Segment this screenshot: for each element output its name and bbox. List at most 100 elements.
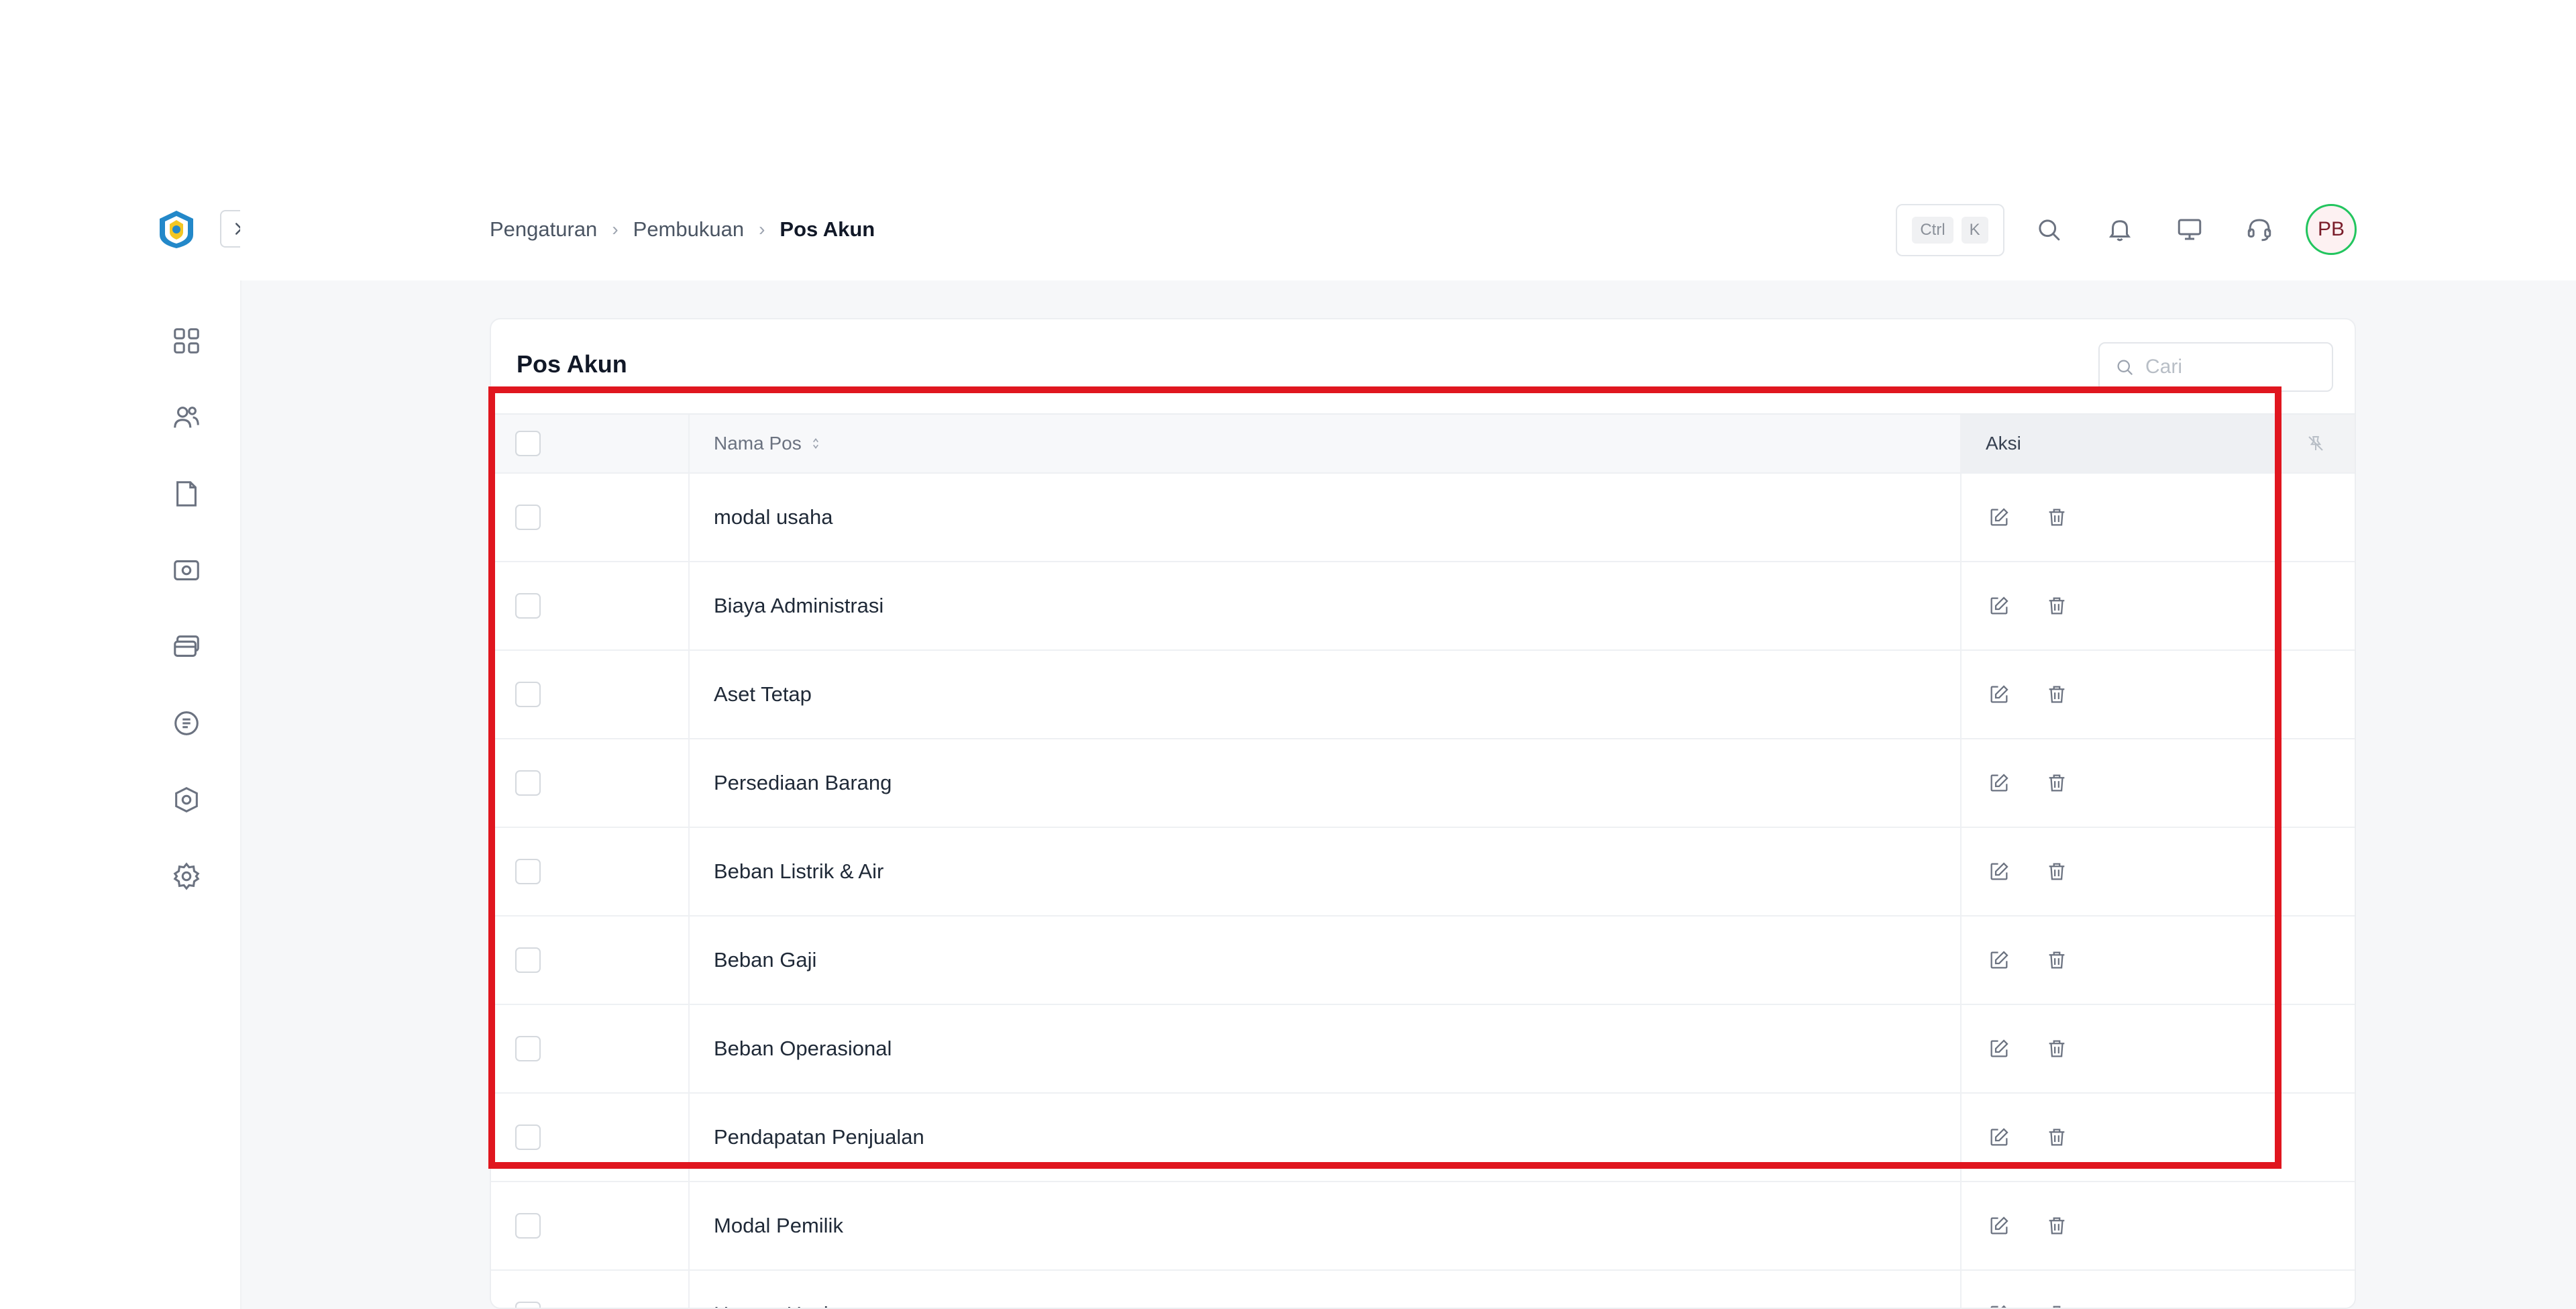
search-field[interactable]: [2098, 342, 2333, 392]
trash-icon: [2049, 1217, 2065, 1235]
notifications-button[interactable]: [2102, 212, 2137, 247]
unpin-icon: [2308, 436, 2323, 451]
row-action-cell: [1962, 828, 2277, 915]
column-header-action: Aksi: [1962, 415, 2277, 472]
delete-button[interactable]: [2043, 1212, 2070, 1239]
row-name-cell: modal usaha: [690, 474, 1962, 561]
row-name: Beban Gaji: [714, 948, 817, 972]
delete-button[interactable]: [2043, 1035, 2070, 1062]
monitor-icon: [2178, 219, 2202, 240]
row-checkbox[interactable]: [515, 770, 541, 796]
edit-button[interactable]: [1986, 504, 2012, 531]
row-check-cell: [491, 1005, 690, 1092]
chevron-right-icon: ›: [612, 219, 619, 240]
cards-icon: [174, 635, 199, 657]
settings-icon: [173, 862, 200, 890]
select-all-checkbox[interactable]: [515, 431, 541, 456]
edit-button[interactable]: [1986, 1212, 2012, 1239]
table-row: Biaya Administrasi: [491, 561, 2355, 649]
row-name: Hutang Usaha: [714, 1302, 847, 1308]
shortcut-key-k: K: [1961, 217, 1988, 244]
search-icon: [2117, 360, 2133, 375]
edit-button[interactable]: [1986, 681, 2012, 708]
delete-button[interactable]: [2043, 592, 2070, 619]
sidebar-item-documents[interactable]: [169, 476, 204, 511]
table-body: modal usaha Biaya Administrasi Aset Teta…: [491, 472, 2355, 1308]
sidebar-item-cards[interactable]: [169, 629, 204, 664]
page-title: Pos Akun: [517, 350, 627, 378]
edit-button[interactable]: [1986, 592, 2012, 619]
dashboard-icon: [174, 328, 199, 354]
search-button[interactable]: [2031, 212, 2066, 247]
row-check-cell: [491, 1271, 690, 1308]
edit-icon: [1990, 1128, 2008, 1146]
edit-button[interactable]: [1986, 770, 2012, 796]
row-checkbox[interactable]: [515, 682, 541, 707]
trash-icon: [2049, 1040, 2065, 1057]
sidebar-item-dashboard[interactable]: [169, 323, 204, 358]
sidebar-item-settings[interactable]: [169, 859, 204, 894]
row-name: Pendapatan Penjualan: [714, 1125, 924, 1149]
pin-column-button[interactable]: [2277, 415, 2355, 472]
row-checkbox[interactable]: [515, 859, 541, 884]
breadcrumb-item-pembukuan[interactable]: Pembukuan: [633, 217, 744, 242]
row-check-cell: [491, 474, 690, 561]
breadcrumb-item-pengaturan[interactable]: Pengaturan: [490, 217, 597, 242]
edit-button[interactable]: [1986, 858, 2012, 885]
row-action-cell: [1962, 562, 2277, 649]
row-checkbox[interactable]: [515, 593, 541, 619]
row-check-cell: [491, 1182, 690, 1269]
display-button[interactable]: [2172, 212, 2207, 247]
row-name-cell: Pendapatan Penjualan: [690, 1094, 1962, 1181]
delete-button[interactable]: [2043, 1124, 2070, 1151]
row-checkbox[interactable]: [515, 1036, 541, 1061]
table-row: Aset Tetap: [491, 649, 2355, 738]
delete-button[interactable]: [2043, 858, 2070, 885]
row-checkbox[interactable]: [515, 947, 541, 973]
cash-icon: [174, 560, 199, 580]
row-name-cell: Beban Gaji: [690, 917, 1962, 1004]
row-name: Beban Operasional: [714, 1037, 892, 1060]
search-input[interactable]: [2144, 355, 2314, 379]
row-checkbox[interactable]: [515, 1213, 541, 1239]
row-spacer: [2277, 917, 2355, 1004]
row-checkbox[interactable]: [515, 1302, 541, 1308]
row-checkbox[interactable]: [515, 505, 541, 530]
edit-button[interactable]: [1986, 1035, 2012, 1062]
row-check-cell: [491, 562, 690, 649]
receipt-icon: [174, 711, 199, 735]
support-button[interactable]: [2242, 212, 2277, 247]
shortcut-key-ctrl: Ctrl: [1912, 217, 1953, 244]
row-checkbox[interactable]: [515, 1124, 541, 1150]
row-spacer: [2277, 1005, 2355, 1092]
table-header: Nama Pos Aksi: [491, 413, 2355, 472]
row-check-cell: [491, 739, 690, 827]
sidebar-item-users[interactable]: [169, 400, 204, 435]
edit-button[interactable]: [1986, 1301, 2012, 1308]
user-avatar[interactable]: PB: [2306, 204, 2357, 255]
row-action-cell: [1962, 917, 2277, 1004]
delete-button[interactable]: [2043, 770, 2070, 796]
column-header-name[interactable]: Nama Pos: [690, 415, 1962, 472]
delete-button[interactable]: [2043, 1301, 2070, 1308]
row-name: Persediaan Barang: [714, 771, 892, 794]
sidebar-item-box[interactable]: [169, 782, 204, 817]
edit-icon: [1990, 685, 2008, 703]
edit-button[interactable]: [1986, 1124, 2012, 1151]
edit-button[interactable]: [1986, 947, 2012, 974]
delete-button[interactable]: [2043, 681, 2070, 708]
sidebar: [0, 181, 241, 1309]
row-action-cell: [1962, 1005, 2277, 1092]
sidebar-item-receipt[interactable]: [169, 706, 204, 741]
table-row: modal usaha: [491, 472, 2355, 561]
delete-button[interactable]: [2043, 947, 2070, 974]
sort-icon[interactable]: [811, 436, 820, 451]
command-palette-shortcut[interactable]: Ctrl K: [1896, 204, 2004, 256]
headset-icon: [2247, 219, 2271, 242]
row-action-cell: [1962, 474, 2277, 561]
sidebar-item-cash[interactable]: [169, 553, 204, 588]
delete-button[interactable]: [2043, 504, 2070, 531]
column-header-name-label: Nama Pos: [714, 433, 802, 454]
edit-icon: [1990, 951, 2008, 969]
row-name-cell: Biaya Administrasi: [690, 562, 1962, 649]
